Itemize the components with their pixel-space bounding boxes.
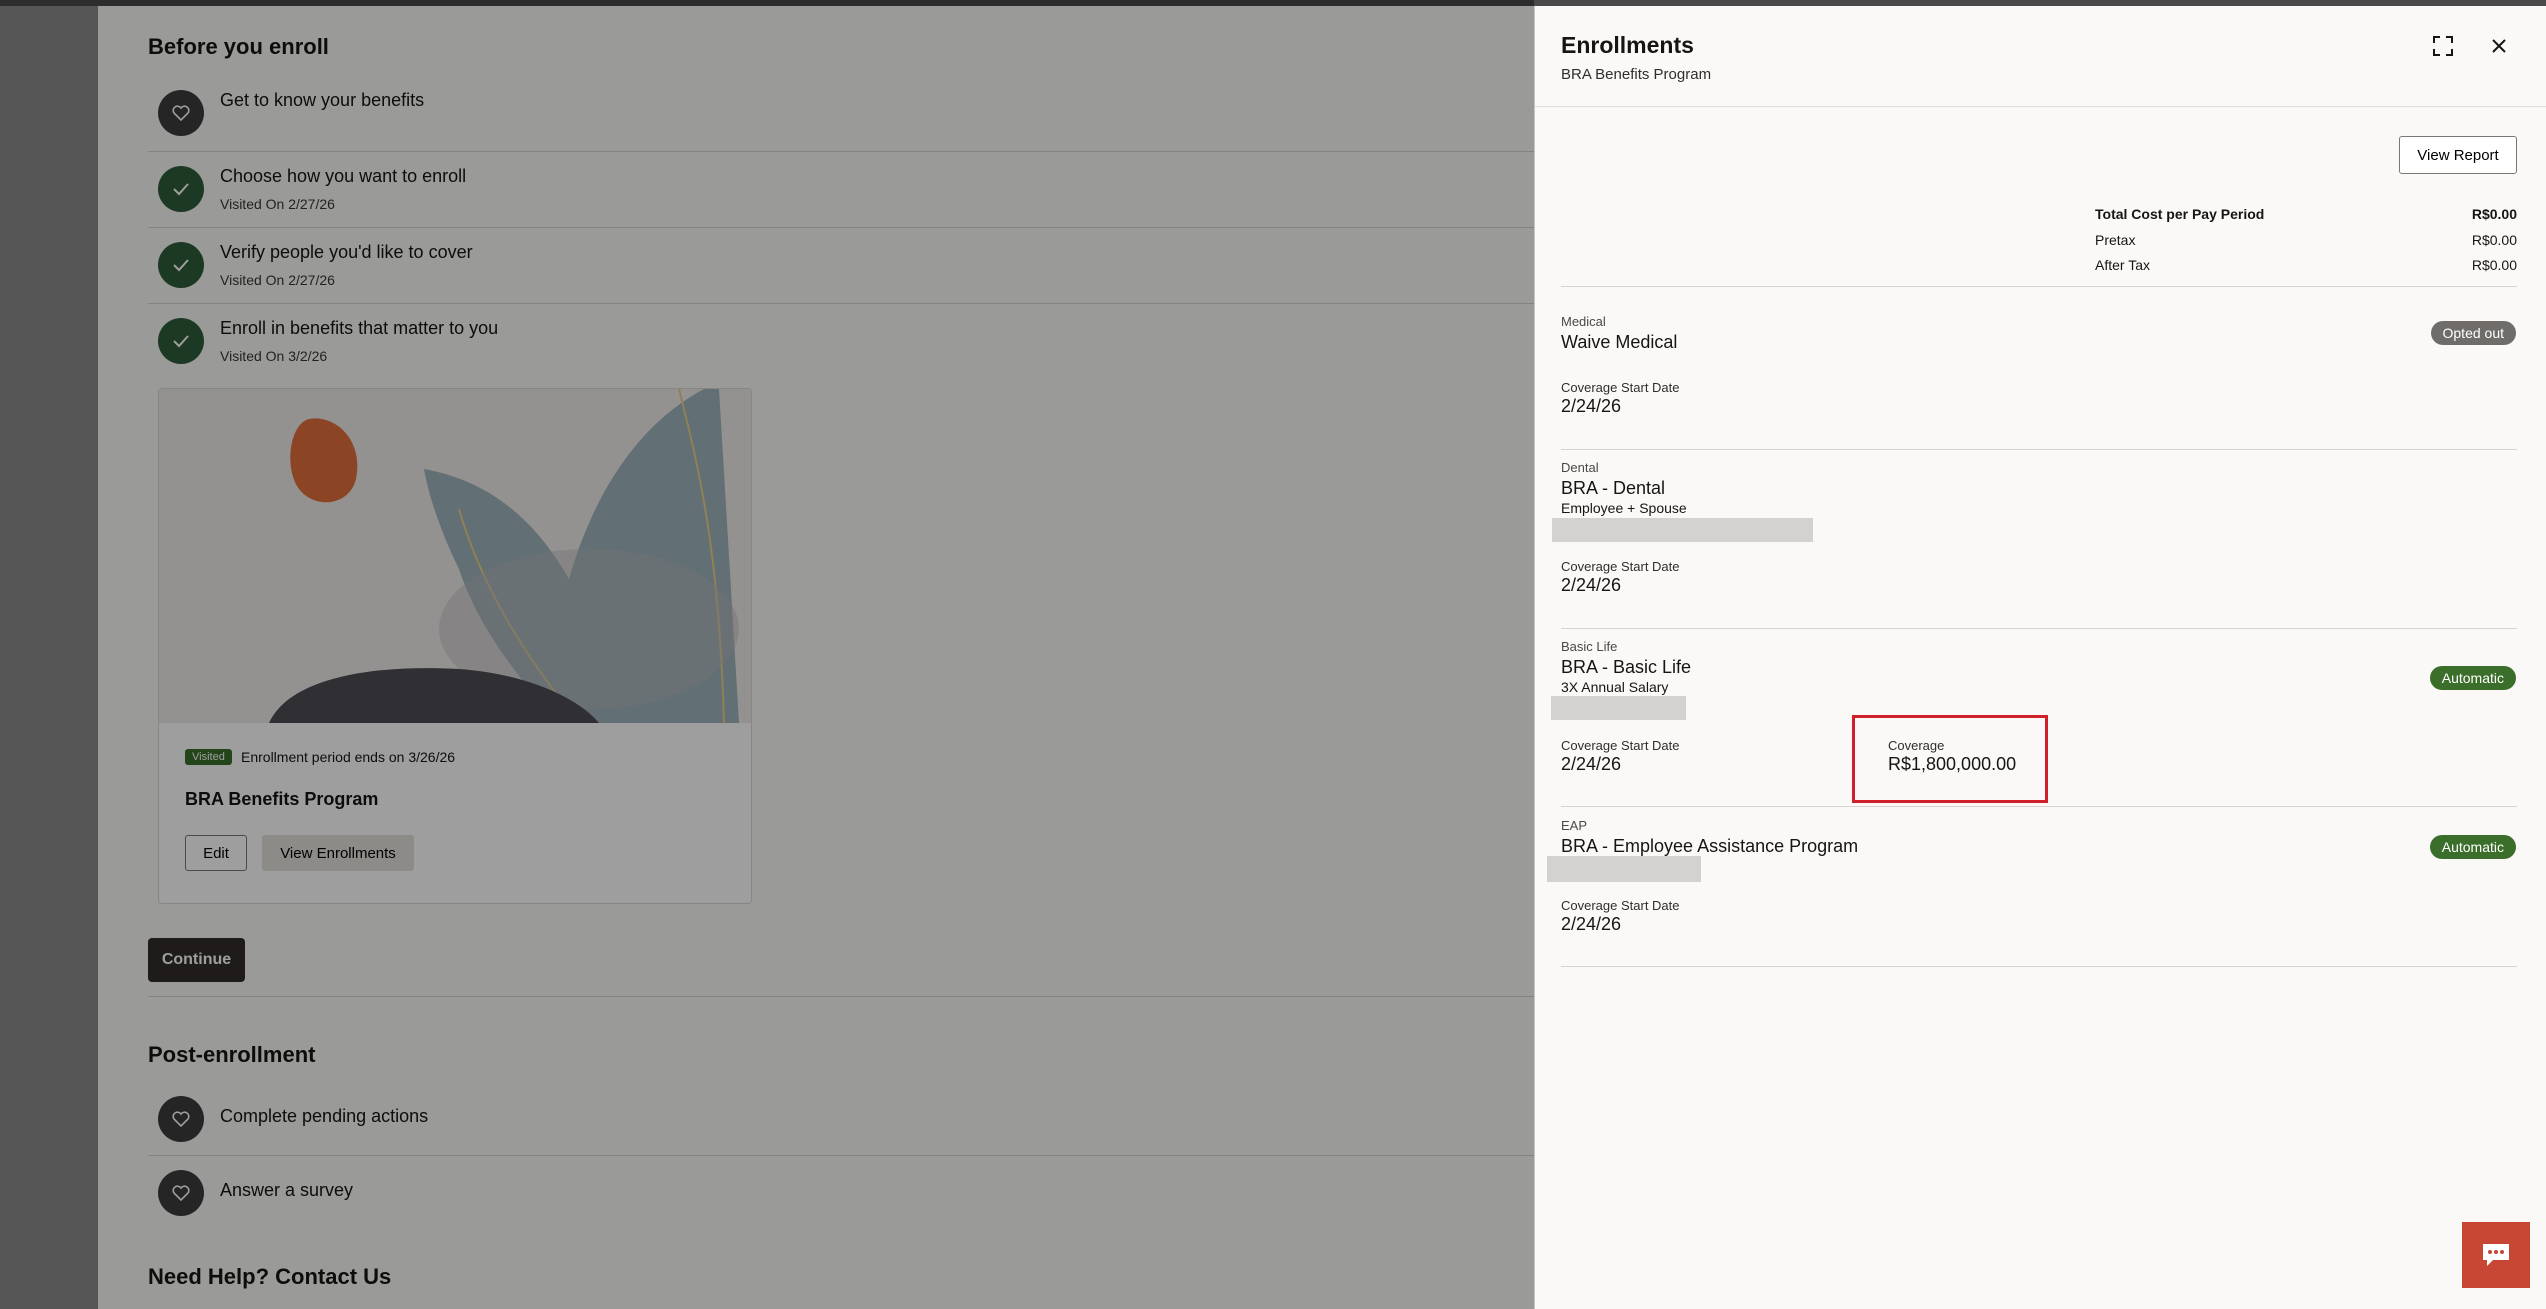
dental-plan-name: BRA - Dental xyxy=(1561,478,1666,498)
basic-life-coverage-option: 3X Annual Salary xyxy=(1561,679,1669,695)
coverage-start-label: Coverage Start Date xyxy=(1561,559,1680,574)
eap-plan-name: BRA - Employee Assistance Program xyxy=(1561,836,1859,856)
coverage-start-date: 2/24/26 xyxy=(1561,754,1622,774)
section-divider xyxy=(1561,449,2517,450)
pretax-value: R$0.00 xyxy=(2471,232,2517,248)
modal-backdrop[interactable] xyxy=(0,0,1534,1309)
aftertax-label: After Tax xyxy=(2095,257,2150,273)
automatic-badge: Automatic xyxy=(2429,835,2516,859)
coverage-start-label: Coverage Start Date xyxy=(1561,738,1680,753)
expand-button[interactable] xyxy=(2425,28,2461,64)
total-cost-value: R$0.00 xyxy=(2471,206,2517,222)
section-divider xyxy=(1561,806,2517,807)
enrollments-drawer: Enrollments BRA Benefits Program View Re… xyxy=(1534,6,2546,1309)
redacted-field xyxy=(1547,856,1701,882)
basic-life-category: Basic Life xyxy=(1561,639,1618,654)
chat-icon xyxy=(2483,1244,2509,1266)
header-divider xyxy=(1535,106,2546,107)
opted-out-badge: Opted out xyxy=(2430,321,2516,345)
section-divider xyxy=(1561,286,2517,287)
coverage-start-date: 2/24/26 xyxy=(1561,396,1622,416)
section-divider xyxy=(1561,966,2517,967)
close-button[interactable] xyxy=(2481,28,2517,64)
expand-icon xyxy=(2433,36,2453,56)
aftertax-value: R$0.00 xyxy=(2471,257,2517,273)
section-divider xyxy=(1561,628,2517,629)
total-cost-label: Total Cost per Pay Period xyxy=(2095,206,2265,222)
drawer-title: Enrollments xyxy=(1561,32,1694,58)
medical-category: Medical xyxy=(1561,314,1606,329)
coverage-start-date: 2/24/26 xyxy=(1561,914,1622,934)
eap-category: EAP xyxy=(1561,818,1588,833)
pretax-label: Pretax xyxy=(2095,232,2136,248)
dental-coverage-option: Employee + Spouse xyxy=(1561,500,1687,516)
chat-button[interactable] xyxy=(2462,1222,2530,1288)
redacted-field xyxy=(1552,518,1813,542)
drawer-subtitle: BRA Benefits Program xyxy=(1561,66,1712,83)
basic-life-plan-name: BRA - Basic Life xyxy=(1561,657,1692,677)
view-report-button[interactable]: View Report xyxy=(2399,136,2517,174)
redacted-field xyxy=(1551,696,1686,720)
close-icon xyxy=(2492,39,2506,53)
dental-category: Dental xyxy=(1561,460,1599,475)
coverage-start-label: Coverage Start Date xyxy=(1561,898,1680,913)
automatic-badge: Automatic xyxy=(2429,666,2516,690)
coverage-highlight-box xyxy=(1852,715,2048,803)
coverage-start-date: 2/24/26 xyxy=(1561,575,1622,595)
coverage-start-label: Coverage Start Date xyxy=(1561,380,1680,395)
medical-plan-name: Waive Medical xyxy=(1561,332,1678,352)
